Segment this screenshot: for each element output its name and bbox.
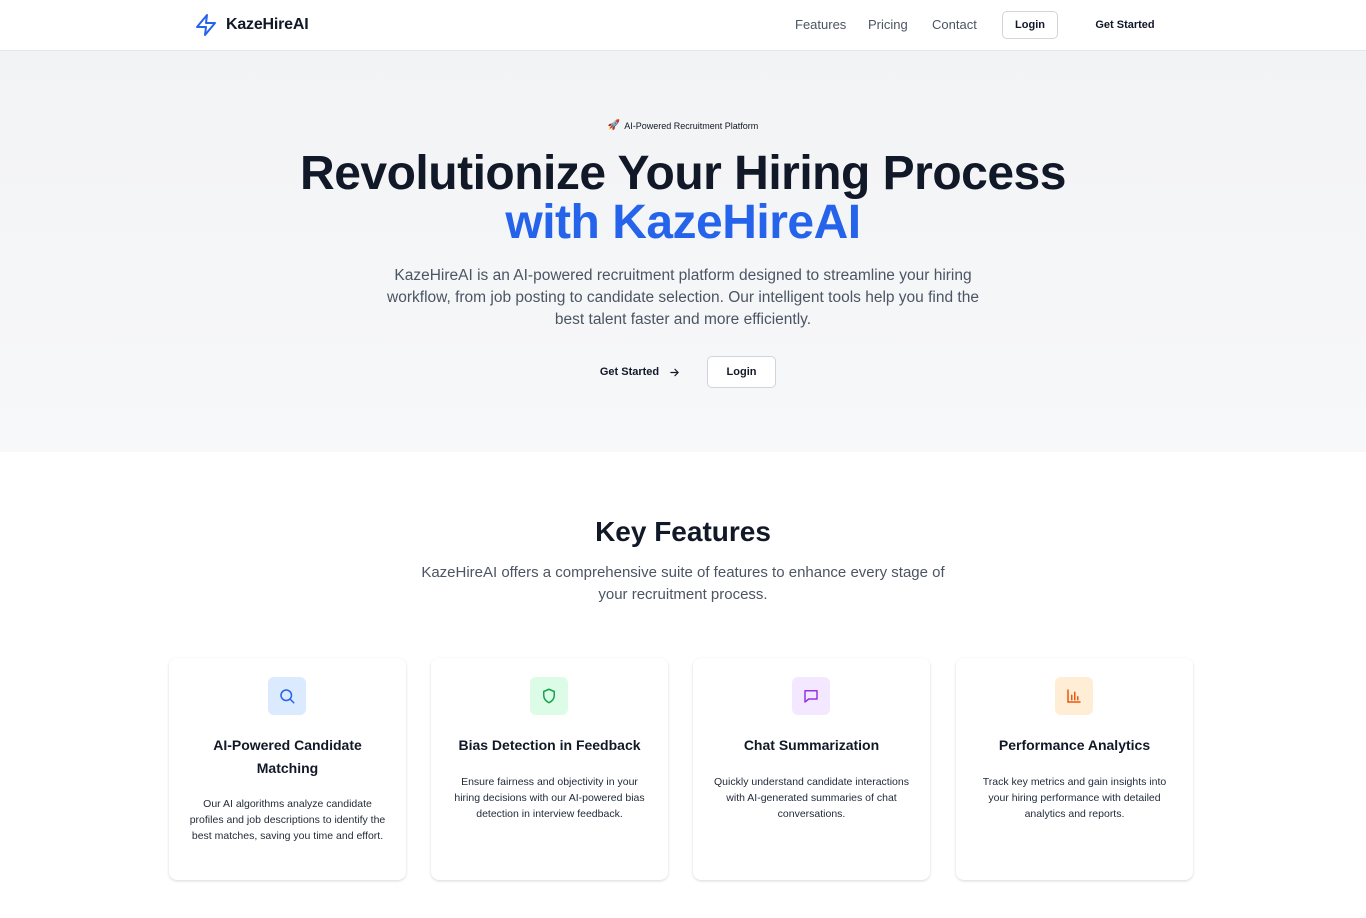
search-icon [280, 689, 295, 704]
nav-link-pricing[interactable]: Pricing [868, 17, 908, 32]
bar-chart-icon [1067, 689, 1081, 703]
feature-card-title: Chat Summarization [743, 737, 880, 753]
hero-badge-text: AI-Powered Recruitment Platform [624, 120, 759, 131]
hero-title-accent: with KazeHireAI [505, 196, 861, 249]
arrow-right-icon [670, 368, 679, 376]
top-navbar: KazeHireAI Features Pricing Contact Logi… [0, 0, 1366, 51]
hero-description: KazeHireAI is an AI-powered recruitment … [387, 267, 979, 328]
shield-icon [543, 688, 555, 704]
hero-get-started-button[interactable]: Get Started [588, 356, 692, 388]
lightning-bolt-icon [196, 14, 216, 36]
features-description: KazeHireAI offers a comprehensive suite … [421, 564, 945, 603]
feature-card-title: Bias Detection in Feedback [458, 737, 641, 753]
nav-link-contact[interactable]: Contact [932, 17, 977, 32]
feature-icon-box [268, 677, 306, 715]
hero-get-started-label: Get Started [599, 366, 660, 378]
feature-icon-box [792, 677, 830, 715]
feature-card-title: AI-Powered Candidate Matching [213, 737, 362, 776]
feature-card-title: Performance Analytics [998, 737, 1151, 753]
feature-icon-box [530, 677, 568, 715]
message-square-icon [804, 690, 818, 703]
feature-icon-box [1055, 677, 1093, 715]
feature-card-description: Ensure fairness and objectivity in your … [454, 776, 645, 820]
feature-card-description: Track key metrics and gain insights into… [982, 776, 1167, 820]
feature-card-bias-detection: Bias Detection in Feedback Ensure fairne… [431, 658, 668, 880]
hero-title: Revolutionize Your Hiring Process [300, 147, 1066, 200]
feature-card-performance-analytics: Performance Analytics Track key metrics … [956, 658, 1193, 880]
brand-logo-link[interactable]: KazeHireAI [194, 11, 309, 39]
feature-card-chat-summarization: Chat Summarization Quickly understand ca… [693, 658, 930, 880]
hero-badge: 🚀 AI-Powered Recruitment Platform [0, 120, 1366, 131]
hero-login-button[interactable]: Login [707, 356, 776, 388]
feature-card-description: Our AI algorithms analyze candidate prof… [189, 798, 386, 842]
header-login-button[interactable]: Login [1002, 11, 1058, 39]
feature-card-candidate-matching: AI-Powered Candidate Matching Our AI alg… [169, 658, 406, 880]
features-title: Key Features [595, 516, 771, 547]
brand-name: KazeHireAI [226, 16, 309, 33]
feature-card-description: Quickly understand candidate interaction… [714, 776, 909, 820]
header-get-started-button[interactable]: Get Started [1084, 11, 1166, 39]
nav-link-features[interactable]: Features [795, 17, 846, 32]
rocket-icon: 🚀 [607, 120, 621, 131]
hero-section: 🚀 AI-Powered Recruitment Platform Revolu… [0, 51, 1366, 452]
